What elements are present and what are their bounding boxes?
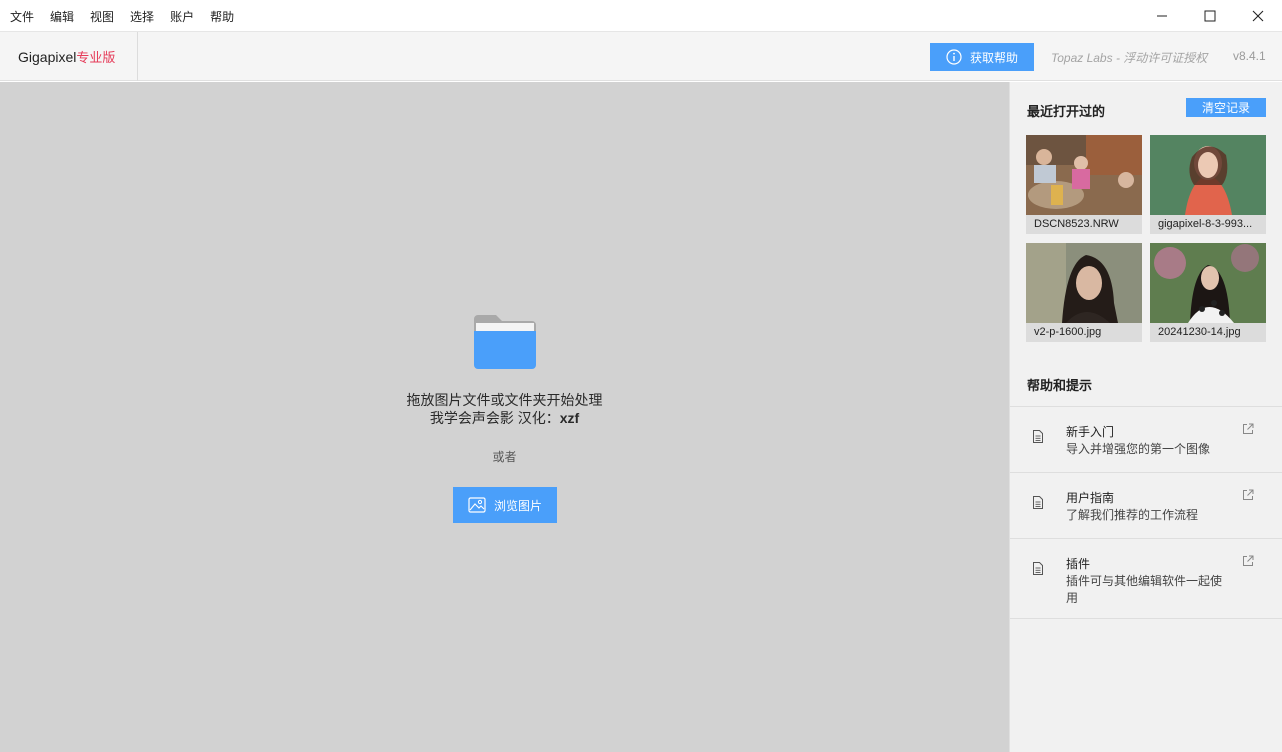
recent-file-name: v2-p-1600.jpg bbox=[1026, 323, 1142, 342]
menu-items: 文件 编辑 视图 选择 账户 帮助 bbox=[0, 0, 250, 32]
brand-name: Gigapixel bbox=[18, 48, 77, 65]
help-item-title: 插件 bbox=[1066, 557, 1091, 571]
external-link-icon bbox=[1243, 423, 1254, 434]
app-brand: Gigapixel 专业版 bbox=[0, 32, 138, 81]
divider bbox=[1010, 618, 1282, 619]
help-item-desc: 插件可与其他编辑软件一起使用 bbox=[1066, 574, 1223, 605]
recent-file-name: gigapixel-8-3-993... bbox=[1150, 215, 1266, 234]
credit-name: xzf bbox=[559, 410, 580, 426]
document-icon bbox=[1033, 496, 1043, 509]
document-icon bbox=[1033, 562, 1043, 575]
help-tips-title: 帮助和提示 bbox=[1027, 378, 1093, 393]
localization-credit: 我学会声会影 汉化：xzf bbox=[0, 408, 1009, 428]
recent-file-name: DSCN8523.NRW bbox=[1026, 215, 1142, 234]
license-text: Topaz Labs - 浮动许可证授权 bbox=[1051, 51, 1208, 65]
or-text: 或者 bbox=[492, 450, 517, 464]
thumbnail-image bbox=[1026, 135, 1142, 215]
browse-images-button[interactable]: 浏览图片 bbox=[453, 487, 557, 523]
menu-help[interactable]: 帮助 bbox=[210, 8, 234, 25]
thumbnail-image bbox=[1150, 243, 1266, 323]
menu-edit[interactable]: 编辑 bbox=[50, 8, 74, 25]
close-icon bbox=[1252, 10, 1264, 22]
help-item-user-guide[interactable]: 用户指南 了解我们推荐的工作流程 bbox=[1010, 472, 1282, 538]
right-sidebar: 最近打开过的 清空记录 DSCN8523.NRW gigapixel-8-3-9… bbox=[1009, 82, 1282, 752]
help-item-title: 新手入门 bbox=[1066, 425, 1115, 439]
version-label: v8.4.1 bbox=[1233, 49, 1266, 63]
minimize-icon bbox=[1157, 15, 1167, 17]
window-controls bbox=[1138, 0, 1282, 32]
external-link-icon bbox=[1243, 489, 1254, 500]
menu-view[interactable]: 视图 bbox=[90, 8, 114, 25]
help-item-desc: 了解我们推荐的工作流程 bbox=[1066, 508, 1199, 522]
recent-file-4[interactable]: 20241230-14.jpg bbox=[1150, 243, 1266, 342]
recent-file-3[interactable]: v2-p-1600.jpg bbox=[1026, 243, 1142, 342]
close-button[interactable] bbox=[1234, 0, 1282, 32]
brand-edition: 专业版 bbox=[76, 50, 116, 65]
thumbnail-image bbox=[1026, 243, 1142, 323]
help-item-plugins[interactable]: 插件 插件可与其他编辑软件一起使用 bbox=[1010, 538, 1282, 618]
external-link-icon bbox=[1243, 555, 1254, 566]
recent-file-2[interactable]: gigapixel-8-3-993... bbox=[1150, 135, 1266, 234]
thumbnail-image bbox=[1150, 135, 1266, 215]
recent-file-name: 20241230-14.jpg bbox=[1150, 323, 1266, 342]
drop-instructions: 拖放图片文件或文件夹开始处理 bbox=[406, 392, 603, 408]
help-item-desc: 导入并增强您的第一个图像 bbox=[1066, 442, 1211, 456]
minimize-button[interactable] bbox=[1138, 0, 1186, 32]
info-icon bbox=[946, 49, 962, 65]
drop-area[interactable]: 拖放图片文件或文件夹开始处理 我学会声会影 汉化：xzf 或者 浏览图片 bbox=[0, 82, 1009, 752]
menu-select[interactable]: 选择 bbox=[130, 8, 154, 25]
menu-file[interactable]: 文件 bbox=[10, 8, 34, 25]
get-help-label: 获取帮助 bbox=[969, 50, 1018, 65]
document-icon bbox=[1033, 430, 1043, 443]
clear-history-button[interactable]: 清空记录 bbox=[1186, 98, 1266, 117]
get-help-button[interactable]: 获取帮助 bbox=[930, 43, 1034, 71]
maximize-icon bbox=[1204, 10, 1216, 22]
help-item-getting-started[interactable]: 新手入门 导入并增强您的第一个图像 bbox=[1010, 406, 1282, 472]
credit-prefix: 我学会声会影 汉化： bbox=[429, 410, 560, 426]
help-item-title: 用户指南 bbox=[1066, 491, 1115, 505]
image-icon bbox=[468, 497, 486, 513]
folder-icon bbox=[472, 313, 538, 376]
recent-file-1[interactable]: DSCN8523.NRW bbox=[1026, 135, 1142, 234]
recent-title: 最近打开过的 bbox=[1027, 104, 1106, 119]
app-header: Gigapixel 专业版 获取帮助 Topaz Labs - 浮动许可证授权 v… bbox=[0, 32, 1282, 81]
menu-bar: 文件 编辑 视图 选择 账户 帮助 bbox=[0, 0, 1282, 32]
browse-images-label: 浏览图片 bbox=[493, 498, 542, 513]
menu-account[interactable]: 账户 bbox=[170, 8, 194, 25]
maximize-button[interactable] bbox=[1186, 0, 1234, 32]
